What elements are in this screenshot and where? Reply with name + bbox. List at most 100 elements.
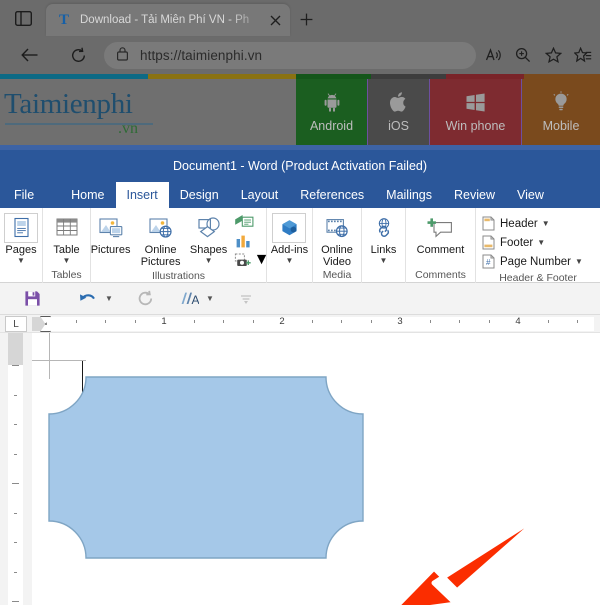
addins-button[interactable]: Add-ins ▼ [268,211,311,265]
tab-file[interactable]: File [0,182,48,208]
tab-label: Mailings [386,188,433,202]
back-arrow-icon[interactable] [15,40,45,70]
tab-review[interactable]: Review [443,182,506,208]
ruler-tick [134,320,136,323]
online-pictures-icon [148,213,174,243]
pictures-label: Pictures [90,244,131,256]
browser-tab[interactable]: T Download - Tải Miễn Phí VN - Ph [46,4,290,36]
nav-item-label: Android [309,119,354,133]
table-button[interactable]: Table ▼ [46,211,88,265]
undo-icon[interactable] [73,286,103,312]
frame-rectangle-shape[interactable] [48,376,364,559]
ruler-tick [75,320,77,323]
margin-guide-horizontal [32,360,86,361]
comments-group-label: Comments [415,269,466,281]
zoom-icon[interactable] [508,41,538,69]
vertical-ruler-track [8,333,23,605]
links-label: Links [370,244,397,256]
tab-list-icon[interactable] [10,7,36,29]
ruler-tick [488,320,490,323]
ruler-track[interactable] [32,317,594,331]
close-icon[interactable] [266,15,284,26]
ruler-tick [341,320,342,323]
tab-stop-selector[interactable]: L [5,316,27,332]
footer-button[interactable]: Footer ▼ [482,233,583,252]
address-bar[interactable]: https://taimienphi.vn [104,42,476,69]
screenshot-button[interactable]: ▼ [232,250,272,269]
header-button[interactable]: Header ▼ [482,214,583,233]
chevron-down-icon[interactable]: ▼ [575,257,583,266]
vertical-ruler[interactable] [0,333,32,605]
page-number-button[interactable]: # Page Number ▼ [482,252,583,271]
chevron-down-icon[interactable]: ▼ [537,238,545,247]
addins-group-label [267,268,312,283]
word-title-bar: Document1 - Word (Product Activation Fai… [0,150,600,182]
links-group: Links ▼ [362,208,406,283]
online-pictures-button[interactable]: Online Pictures [136,211,186,268]
header-footer-group: Header ▼ Footer ▼ # Page Number ▼ Header… [476,208,600,284]
redo-icon[interactable] [130,286,160,312]
nav-item-android[interactable]: Android [296,79,368,150]
links-icon [373,213,395,243]
chevron-down-icon[interactable]: ▼ [63,256,71,265]
tab-design[interactable]: Design [169,182,230,208]
chevron-down-icon[interactable]: ▼ [380,256,388,265]
chevron-down-icon[interactable]: ▼ [17,256,25,265]
nav-item-mobile[interactable]: Mobile [522,79,600,150]
document-page[interactable]: T aimienphi .vn [32,333,600,605]
customize-qat-icon[interactable] [231,286,261,312]
pictures-button[interactable]: Pictures [86,211,136,256]
tab-label: Home [71,188,105,202]
comments-group: Comment Comments [406,208,476,283]
tab-label: Layout [240,188,279,202]
tab-view[interactable]: View [506,182,555,208]
shapes-button[interactable]: Shapes ▼ [186,211,232,265]
chevron-down-icon[interactable]: ▼ [286,256,294,265]
tab-label: View [517,188,544,202]
collections-icon[interactable] [568,41,598,69]
nav-item-ios[interactable]: iOS [368,79,430,150]
tab-references[interactable]: References [289,182,375,208]
comment-button[interactable]: Comment [409,211,473,256]
save-icon[interactable] [17,286,47,312]
table-label: Table [53,244,80,256]
ruler-number: 4 [515,316,521,327]
horizontal-ruler[interactable]: L 1 2 3 4 [0,315,600,333]
online-video-button[interactable]: Online Video [313,211,361,268]
site-logo[interactable]: Taimienphi .vn [0,79,296,150]
tab-home[interactable]: Home [60,182,115,208]
autoformat-dropdown-icon[interactable]: ▼ [206,294,217,303]
pages-label: Pages [5,244,37,256]
document-canvas[interactable]: T aimienphi .vn [32,333,600,605]
smartart-button[interactable] [232,212,272,231]
chart-button[interactable] [232,231,272,250]
chevron-down-icon[interactable]: ▼ [205,256,213,265]
nav-item-win-phone[interactable]: Win phone [430,79,522,150]
links-button[interactable]: Links ▼ [363,211,405,265]
footer-label: Footer [500,236,534,249]
pages-button[interactable]: Pages ▼ [0,211,42,265]
ruler-tick [429,320,431,323]
chevron-down-icon[interactable]: ▼ [542,219,550,228]
tab-mailings[interactable]: Mailings [375,182,443,208]
tab-insert[interactable]: Insert [115,182,169,208]
favorite-star-icon[interactable] [538,41,568,69]
media-group-label: Media [322,269,352,281]
autoformat-icon[interactable]: A [174,286,204,312]
tab-layout[interactable]: Layout [230,182,290,208]
tables-group-label: Tables [51,269,82,281]
read-aloud-icon[interactable] [478,41,508,69]
nav-item-label: Win phone [445,119,506,133]
pictures-icon [98,213,124,243]
pages-group: Pages ▼ [0,208,43,283]
address-bar-url: https://taimienphi.vn [140,48,263,63]
ribbon: Pages ▼ Table ▼ Tables Pictures Online P… [0,208,600,284]
new-tab-button[interactable] [294,8,318,30]
word-window: Document1 - Word (Product Activation Fai… [0,150,600,605]
reload-icon[interactable] [63,40,93,70]
footer-icon [482,235,495,250]
illustrations-group-label: Illustrations [151,270,206,282]
undo-dropdown-icon[interactable]: ▼ [105,294,116,303]
smartart-icon [234,214,254,227]
page-number-label: Page Number [500,255,571,268]
